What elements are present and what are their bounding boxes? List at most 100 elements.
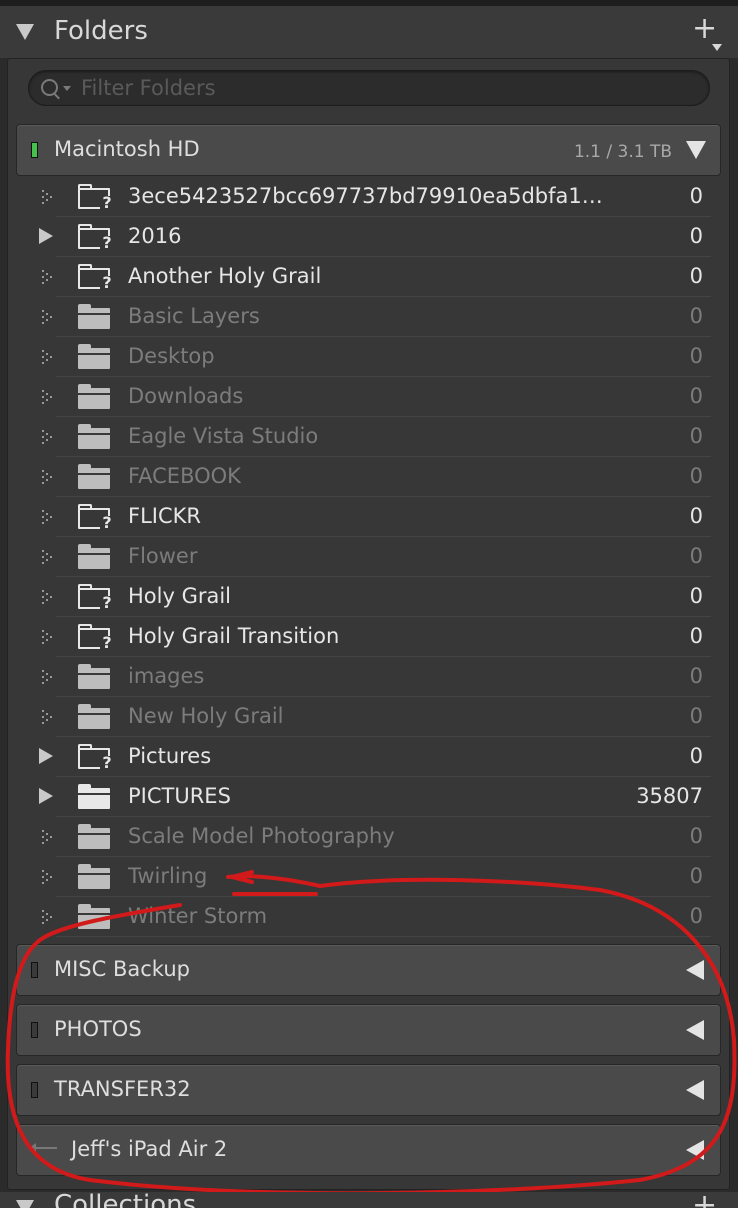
volume-misc-backup[interactable]: MISC Backup [16,944,721,996]
folder-photo-count: 35807 [636,784,703,808]
folder-row[interactable]: ? 3ece5423527bcc697737bd79910ea5dbfa1a...… [8,177,711,217]
volume-jeffs-ipad-air-2[interactable]: Jeff's iPad Air 2 [16,1124,721,1176]
row-divider [56,936,711,937]
folder-name: Desktop [128,344,215,368]
disclosure-triangle-icon[interactable] [39,788,53,804]
volume-status-icon [31,1022,38,1038]
folder-row[interactable]: Desktop 0 [8,337,711,377]
volume-photos[interactable]: PHOTOS [16,1004,721,1056]
ipad-sync-icon [29,1143,57,1153]
volume-size: 1.1 / 3.1 TB [573,142,672,162]
disclosure-dots-icon[interactable] [42,310,56,324]
filter-folders-field[interactable] [28,70,710,106]
folder-name: Winter Storm [128,904,268,928]
folder-photo-count: 0 [689,224,703,248]
folder-row[interactable]: Eagle Vista Studio 0 [8,417,711,457]
folder-list: ? 3ece5423527bcc697737bd79910ea5dbfa1a...… [8,177,711,937]
folder-name: 2016 [128,224,182,248]
disclosure-dots-icon[interactable] [42,910,56,924]
folder-row[interactable]: Downloads 0 [8,377,711,417]
folder-row[interactable]: ? Pictures 0 [8,737,711,777]
collapse-triangle-icon[interactable] [16,1200,34,1208]
disclosure-dots-icon[interactable] [42,350,56,364]
expanded-triangle-icon[interactable] [686,141,706,159]
folder-photo-count: 0 [689,864,703,888]
disclosure-triangle-icon[interactable] [39,748,53,764]
disclosure-dots-icon[interactable] [42,390,56,404]
collapsed-triangle-icon[interactable] [686,960,704,980]
add-collection-button[interactable]: + [692,1192,717,1208]
disclosure-triangle-icon[interactable] [39,228,53,244]
folder-photo-count: 0 [689,504,703,528]
add-dropdown-icon[interactable] [712,44,722,51]
folder-row[interactable]: Scale Model Photography 0 [8,817,711,857]
folder-name: Eagle Vista Studio [128,424,319,448]
folder-row[interactable]: ? Another Holy Grail 0 [8,257,711,297]
folder-name: Pictures [128,744,212,768]
missing-folder-icon: ? [78,224,114,251]
disclosure-dots-icon[interactable] [42,550,56,564]
folder-row[interactable]: New Holy Grail 0 [8,697,711,737]
folder-row[interactable]: ? 2016 0 [8,217,711,257]
volume-name: TRANSFER32 [54,1077,191,1101]
folder-name: 3ece5423527bcc697737bd79910ea5dbfa1a... [128,184,608,208]
folder-icon [78,424,110,449]
collections-panel-header[interactable]: Collections + [0,1192,738,1208]
missing-folder-icon: ? [78,504,114,531]
folder-row[interactable]: Flower 0 [8,537,711,577]
disclosure-dots-icon[interactable] [42,190,56,204]
disclosure-dots-icon[interactable] [42,670,56,684]
folder-icon [78,464,110,489]
missing-folder-icon: ? [78,744,114,771]
collapsed-triangle-icon[interactable] [686,1020,704,1040]
folder-row[interactable]: PICTURES 35807 [8,777,711,817]
folder-row[interactable]: ? Holy Grail Transition 0 [8,617,711,657]
folder-photo-count: 0 [689,464,703,488]
folder-row[interactable]: images 0 [8,657,711,697]
disclosure-dots-icon[interactable] [42,630,56,644]
collapsed-triangle-icon[interactable] [686,1140,704,1160]
folder-row[interactable]: ? FLICKR 0 [8,497,711,537]
folder-icon [78,664,110,689]
folder-icon [78,304,110,329]
volume-macintosh-hd[interactable]: Macintosh HD 1.1 / 3.1 TB [16,124,721,176]
volume-name: MISC Backup [54,957,190,981]
volume-status-icon [31,142,38,158]
folder-row[interactable]: ? Holy Grail 0 [8,577,711,617]
folder-row[interactable]: FACEBOOK 0 [8,457,711,497]
folder-name: PICTURES [128,784,231,808]
folder-photo-count: 0 [689,264,703,288]
folder-photo-count: 0 [689,184,703,208]
folder-icon [78,384,110,409]
volume-transfer32[interactable]: TRANSFER32 [16,1064,721,1116]
folder-icon [78,824,110,849]
search-options-dropdown-icon[interactable] [63,86,71,91]
folder-row[interactable]: Winter Storm 0 [8,897,711,937]
search-icon[interactable] [41,79,58,96]
collapsed-triangle-icon[interactable] [686,1080,704,1100]
disclosure-dots-icon[interactable] [42,830,56,844]
disclosure-dots-icon[interactable] [42,270,56,284]
collapse-triangle-icon[interactable] [16,24,34,40]
filter-folders-input[interactable] [79,73,683,103]
folder-photo-count: 0 [689,704,703,728]
folder-photo-count: 0 [689,384,703,408]
disclosure-dots-icon[interactable] [42,470,56,484]
folder-photo-count: 0 [689,304,703,328]
disclosure-dots-icon[interactable] [42,430,56,444]
disclosure-dots-icon[interactable] [42,590,56,604]
volume-name: Macintosh HD [54,137,200,161]
folders-panel-header[interactable]: Folders + [0,6,738,58]
folder-name: Flower [128,544,198,568]
disclosure-dots-icon[interactable] [42,870,56,884]
volume-status-icon [31,962,38,978]
folder-photo-count: 0 [689,744,703,768]
folder-photo-count: 0 [689,584,703,608]
folder-row[interactable]: Twirling 0 [8,857,711,897]
add-folder-button[interactable]: + [692,14,717,44]
folder-name: Holy Grail [128,584,232,608]
disclosure-dots-icon[interactable] [42,710,56,724]
folder-row[interactable]: Basic Layers 0 [8,297,711,337]
disclosure-dots-icon[interactable] [42,510,56,524]
folder-name: Twirling [128,864,208,888]
